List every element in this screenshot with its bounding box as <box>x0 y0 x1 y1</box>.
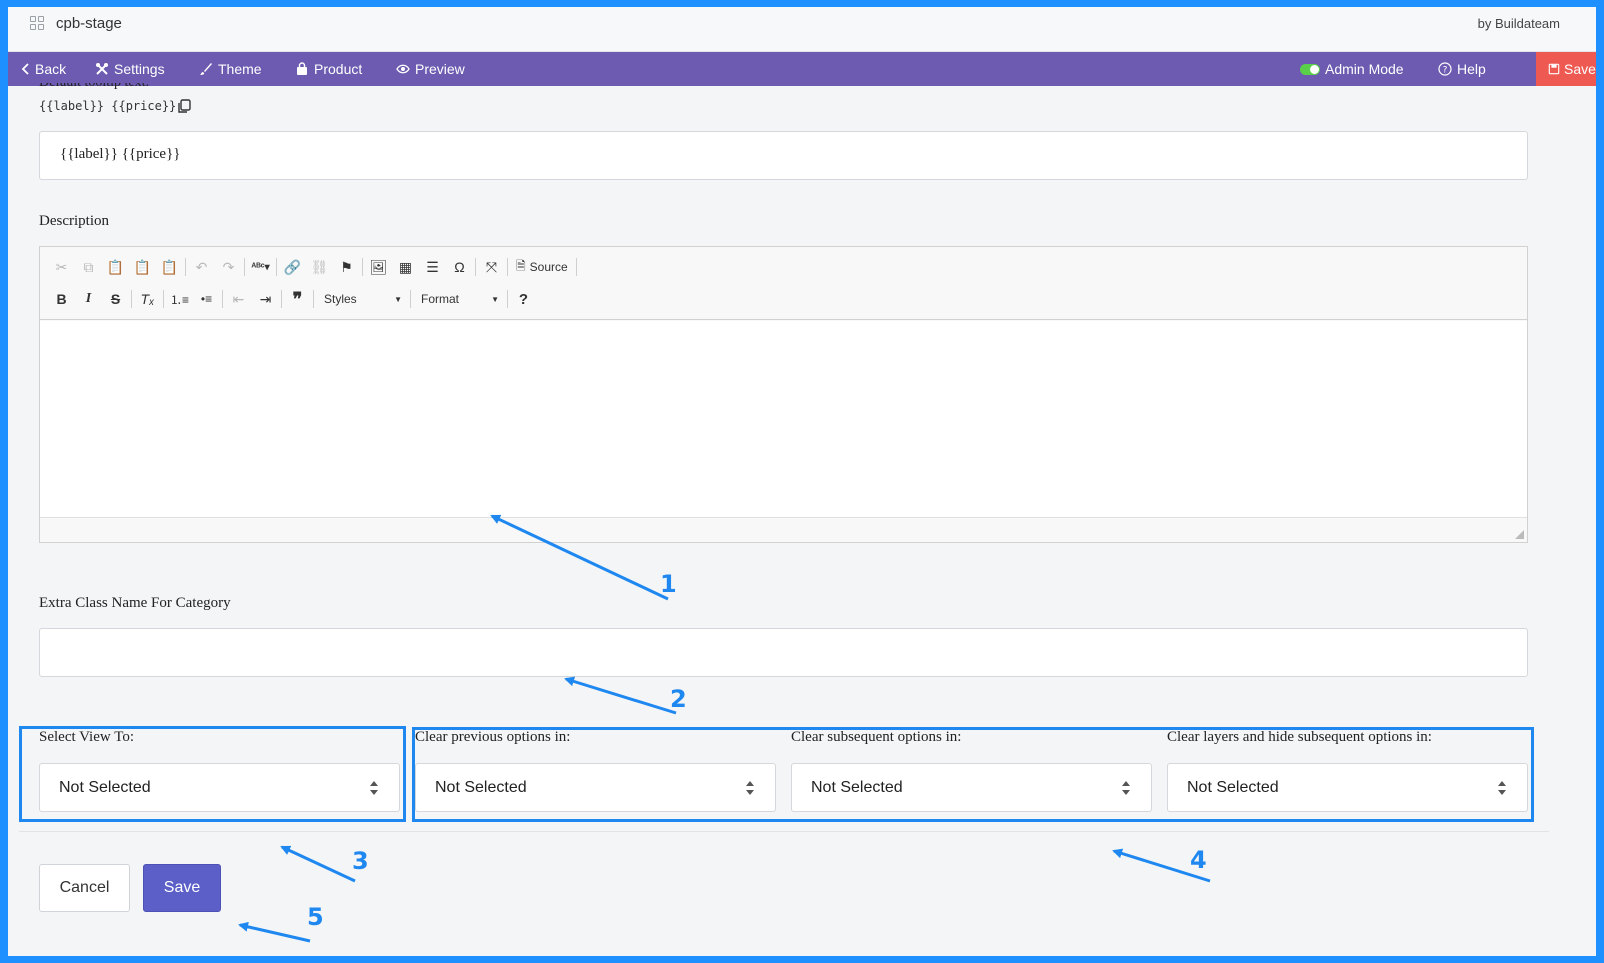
brush-icon <box>200 63 212 75</box>
settings-button[interactable]: Settings <box>95 52 165 86</box>
shopping-bag-icon <box>297 62 307 75</box>
description-editor-area[interactable] <box>40 321 1527 517</box>
bold-icon[interactable]: B <box>48 287 75 311</box>
paste-icon[interactable]: 📋 <box>102 255 129 279</box>
help-label: Help <box>1457 61 1486 77</box>
extra-class-input[interactable] <box>39 628 1528 677</box>
toolbar-save-label: Save <box>1564 61 1596 77</box>
resize-handle-icon[interactable] <box>1515 530 1524 539</box>
save-button[interactable]: Save <box>143 864 221 912</box>
annotation-number-1: 1 <box>660 570 677 598</box>
format-dropdown[interactable]: Format ▼ <box>413 288 505 310</box>
tooltip-text-value: {{label}} {{price}} <box>60 146 181 162</box>
caret-down-icon: ▼ <box>394 294 402 304</box>
caret-down-icon: ▼ <box>491 294 499 304</box>
tooltip-text-input[interactable]: {{label}} {{price}} <box>39 131 1528 180</box>
eye-icon <box>396 64 410 74</box>
remove-format-icon[interactable]: Tₓ <box>134 287 161 311</box>
unlink-icon[interactable]: ⛓ <box>306 255 333 279</box>
app-title: cpb-stage <box>56 15 122 32</box>
styles-label: Styles <box>324 292 357 306</box>
back-label: Back <box>35 61 67 77</box>
preview-label: Preview <box>415 61 465 77</box>
toolbar-save-button[interactable]: Save <box>1536 52 1596 86</box>
description-label: Description <box>39 213 109 229</box>
settings-label: Settings <box>114 61 165 77</box>
help-button[interactable]: ? Help <box>1438 52 1486 86</box>
annotation-number-3: 3 <box>352 847 369 875</box>
section-divider <box>19 831 1549 832</box>
extra-class-label: Extra Class Name For Category <box>39 595 231 611</box>
source-button[interactable]: 🗎 Source <box>510 257 574 278</box>
tools-icon <box>96 63 108 75</box>
theme-button[interactable]: Theme <box>199 52 262 86</box>
italic-icon[interactable]: I <box>75 287 102 311</box>
blockquote-icon[interactable]: ❞ <box>284 287 311 311</box>
table-icon[interactable]: ▦ <box>392 255 419 279</box>
annotation-box-3 <box>19 726 406 822</box>
cancel-button[interactable]: Cancel <box>39 864 130 912</box>
tooltip-variables-hint: {{label}} {{price}} <box>39 99 177 113</box>
save-disk-icon <box>1548 63 1560 75</box>
admin-mode-toggle[interactable]: Admin Mode <box>1300 52 1404 86</box>
annotation-number-5: 5 <box>307 903 324 931</box>
chevron-left-icon <box>21 63 29 75</box>
product-label: Product <box>314 61 363 77</box>
vendor-label: by Buildateam <box>1477 16 1560 31</box>
source-label: Source <box>529 260 568 274</box>
link-icon[interactable]: 🔗 <box>279 255 306 279</box>
admin-mode-label: Admin Mode <box>1325 61 1404 77</box>
description-rich-text-editor: ✂ ⧉ 📋 📋 📋 ↶ ↷ ᴬᴮᶜ▾ 🔗 ⛓ ⚑ 🖼 ▦ ☰ Ω ⤧ 🗎 Sou… <box>39 246 1528 543</box>
horizontal-line-icon[interactable]: ☰ <box>419 255 446 279</box>
special-char-icon[interactable]: Ω <box>446 255 473 279</box>
editor-help-icon[interactable]: ? <box>510 287 537 311</box>
anchor-flag-icon[interactable]: ⚑ <box>333 255 360 279</box>
numbered-list-icon[interactable]: ⒈≡ <box>166 287 193 311</box>
copy-icon[interactable] <box>177 99 191 114</box>
styles-dropdown[interactable]: Styles ▼ <box>316 288 408 310</box>
source-doc-icon: 🗎 <box>516 258 526 273</box>
undo-icon[interactable]: ↶ <box>188 255 215 279</box>
top-toolbar: Back Settings Theme Product Preview Admi… <box>8 52 1596 86</box>
apps-grid-icon[interactable] <box>30 16 44 30</box>
question-circle-icon: ? <box>1438 62 1452 76</box>
annotation-number-2: 2 <box>670 685 687 713</box>
image-icon[interactable]: 🖼 <box>365 255 392 279</box>
maximize-icon[interactable]: ⤧ <box>478 255 505 279</box>
theme-label: Theme <box>218 61 262 77</box>
app-frame: cpb-stage by Buildateam Back Settings Th… <box>8 7 1596 956</box>
spellcheck-icon[interactable]: ᴬᴮᶜ▾ <box>247 255 274 279</box>
copy-doc-icon[interactable]: ⧉ <box>75 255 102 279</box>
paste-word-icon[interactable]: 📋 <box>156 255 183 279</box>
app-header: cpb-stage by Buildateam <box>8 7 1596 52</box>
preview-button[interactable]: Preview <box>396 52 465 86</box>
editor-status-bar <box>40 517 1527 542</box>
toggle-switch-icon <box>1300 63 1320 75</box>
annotation-box-4 <box>412 727 1534 822</box>
svg-text:?: ? <box>1443 66 1448 76</box>
annotation-number-4: 4 <box>1190 846 1207 874</box>
back-button[interactable]: Back <box>19 52 66 86</box>
redo-icon[interactable]: ↷ <box>215 255 242 279</box>
strikethrough-icon[interactable]: S <box>102 287 129 311</box>
editor-toolbar: ✂ ⧉ 📋 📋 📋 ↶ ↷ ᴬᴮᶜ▾ 🔗 ⛓ ⚑ 🖼 ▦ ☰ Ω ⤧ 🗎 Sou… <box>40 247 1527 320</box>
product-button[interactable]: Product <box>295 52 362 86</box>
indent-icon[interactable]: ⇥ <box>252 287 279 311</box>
cut-icon[interactable]: ✂ <box>48 255 75 279</box>
format-label: Format <box>421 292 460 306</box>
bulleted-list-icon[interactable]: •≡ <box>193 287 220 311</box>
paste-text-icon[interactable]: 📋 <box>129 255 156 279</box>
outdent-icon[interactable]: ⇤ <box>225 287 252 311</box>
